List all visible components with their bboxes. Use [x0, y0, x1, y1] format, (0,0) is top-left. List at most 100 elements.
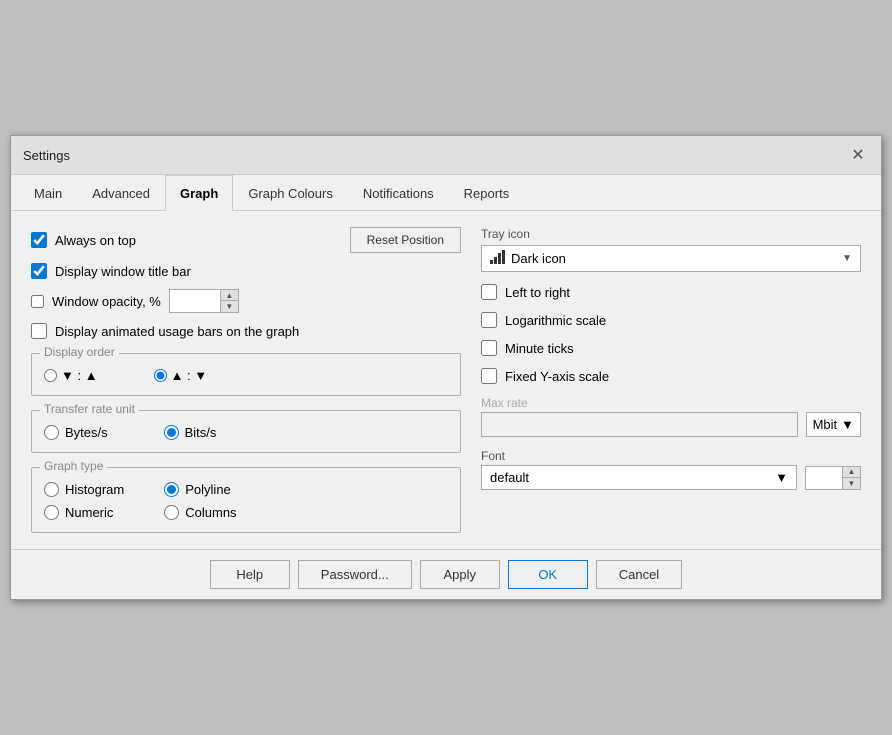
columns-option: Columns [164, 505, 236, 520]
max-rate-section: Max rate 0 Mbit ▼ [481, 396, 861, 437]
font-size-spinner: 0 ▲ ▼ [805, 466, 861, 490]
font-row: default ▼ 0 ▲ ▼ [481, 465, 861, 490]
order1-radio[interactable] [44, 369, 57, 382]
tab-bar: Main Advanced Graph Graph Colours Notifi… [11, 175, 881, 211]
tray-icon-section: Tray icon Dark icon ▼ [481, 227, 861, 272]
tab-advanced[interactable]: Advanced [77, 175, 165, 211]
numeric-label: Numeric [65, 505, 113, 520]
max-rate-label: Max rate [481, 396, 861, 410]
font-section: Font default ▼ 0 ▲ ▼ [481, 449, 861, 490]
ok-button[interactable]: OK [508, 560, 588, 589]
order2-label: ▲ : ▼ [171, 368, 208, 383]
animated-bars-row: Display animated usage bars on the graph [31, 323, 461, 339]
opacity-spinner: 50 ▲ ▼ [169, 289, 239, 313]
cancel-button[interactable]: Cancel [596, 560, 682, 589]
tab-graph-colours[interactable]: Graph Colours [233, 175, 348, 211]
polyline-radio[interactable] [164, 482, 179, 497]
always-on-top-label: Always on top [55, 233, 136, 248]
left-to-right-row: Left to right [481, 284, 861, 300]
dropdown-content: Dark icon [490, 250, 566, 267]
fixed-y-axis-row: Fixed Y-axis scale [481, 368, 861, 384]
apply-button[interactable]: Apply [420, 560, 500, 589]
left-panel: Always on top Reset Position Display win… [31, 227, 461, 533]
fixed-y-axis-label: Fixed Y-axis scale [505, 369, 609, 384]
mbit-dropdown[interactable]: Mbit ▼ [806, 412, 861, 437]
reset-position-button[interactable]: Reset Position [350, 227, 461, 253]
order-option-1: ▼ : ▲ [44, 368, 98, 383]
fixed-y-axis-checkbox[interactable] [481, 368, 497, 384]
display-order-legend: Display order [40, 345, 119, 359]
tray-icon-label: Tray icon [481, 227, 861, 241]
order-option-2: ▲ : ▼ [154, 368, 208, 383]
graph-type-left-col: Histogram Numeric [44, 482, 124, 520]
transfer-rate-fieldset: Transfer rate unit Bytes/s Bits/s [31, 410, 461, 453]
bytes-radio[interactable] [44, 425, 59, 440]
graph-type-col1: Histogram Numeric Polyline [44, 482, 448, 520]
display-title-bar-row: Display window title bar [31, 263, 461, 279]
left-to-right-checkbox[interactable] [481, 284, 497, 300]
help-button[interactable]: Help [210, 560, 290, 589]
columns-radio[interactable] [164, 505, 179, 520]
opacity-value-input[interactable]: 50 [170, 292, 220, 311]
bits-label: Bits/s [185, 425, 217, 440]
font-dropdown[interactable]: default ▼ [481, 465, 797, 490]
logarithmic-row: Logarithmic scale [481, 312, 861, 328]
order1-label: ▼ : ▲ [61, 368, 98, 383]
left-to-right-label: Left to right [505, 285, 570, 300]
opacity-down-button[interactable]: ▼ [220, 301, 238, 312]
display-order-group: ▼ : ▲ ▲ : ▼ [44, 368, 448, 383]
display-title-bar-checkbox[interactable] [31, 263, 47, 279]
tab-reports[interactable]: Reports [449, 175, 525, 211]
bits-radio[interactable] [164, 425, 179, 440]
right-panel: Tray icon Dark icon ▼ [481, 227, 861, 533]
font-label: Font [481, 449, 861, 463]
tab-main[interactable]: Main [19, 175, 77, 211]
font-size-down-button[interactable]: ▼ [842, 478, 860, 489]
polyline-option: Polyline [164, 482, 236, 497]
transfer-rate-legend: Transfer rate unit [40, 402, 139, 416]
max-rate-row: 0 Mbit ▼ [481, 412, 861, 437]
display-order-fieldset: Display order ▼ : ▲ ▲ : ▼ [31, 353, 461, 396]
tab-graph[interactable]: Graph [165, 175, 233, 211]
histogram-radio[interactable] [44, 482, 59, 497]
window-title: Settings [23, 148, 70, 163]
transfer-rate-group: Bytes/s Bits/s [44, 425, 448, 440]
max-rate-input[interactable]: 0 [481, 412, 798, 437]
password-button[interactable]: Password... [298, 560, 412, 589]
top-row: Always on top Reset Position [31, 227, 461, 253]
always-on-top-checkbox[interactable] [31, 232, 47, 248]
font-size-buttons: ▲ ▼ [842, 467, 860, 489]
numeric-radio[interactable] [44, 505, 59, 520]
always-on-top-row: Always on top [31, 232, 136, 248]
histogram-label: Histogram [65, 482, 124, 497]
tray-icon-dropdown[interactable]: Dark icon ▼ [481, 245, 861, 272]
bytes-option: Bytes/s [44, 425, 108, 440]
dark-icon-label: Dark icon [511, 251, 566, 266]
bar-chart-icon [490, 250, 505, 267]
footer: Help Password... Apply OK Cancel [11, 549, 881, 599]
content-area: Always on top Reset Position Display win… [11, 211, 881, 549]
window-opacity-checkbox[interactable] [31, 295, 44, 308]
close-button[interactable]: ✕ [847, 144, 869, 166]
minute-ticks-label: Minute ticks [505, 341, 574, 356]
opacity-up-button[interactable]: ▲ [220, 290, 238, 301]
minute-ticks-row: Minute ticks [481, 340, 861, 356]
tab-notifications[interactable]: Notifications [348, 175, 449, 211]
font-size-up-button[interactable]: ▲ [842, 467, 860, 478]
bytes-label: Bytes/s [65, 425, 108, 440]
window-opacity-label: Window opacity, % [52, 294, 161, 309]
bits-option: Bits/s [164, 425, 217, 440]
minute-ticks-checkbox[interactable] [481, 340, 497, 356]
dropdown-arrow-icon: ▼ [842, 253, 852, 264]
mbit-label: Mbit [813, 417, 838, 432]
logarithmic-checkbox[interactable] [481, 312, 497, 328]
animated-bars-checkbox[interactable] [31, 323, 47, 339]
numeric-option: Numeric [44, 505, 124, 520]
animated-bars-label: Display animated usage bars on the graph [55, 324, 299, 339]
histogram-option: Histogram [44, 482, 124, 497]
font-size-input[interactable]: 0 [806, 468, 842, 487]
order2-radio[interactable] [154, 369, 167, 382]
graph-type-fieldset: Graph type Histogram Numeric [31, 467, 461, 533]
columns-label: Columns [185, 505, 236, 520]
graph-type-right-col: Polyline Columns [164, 482, 236, 520]
